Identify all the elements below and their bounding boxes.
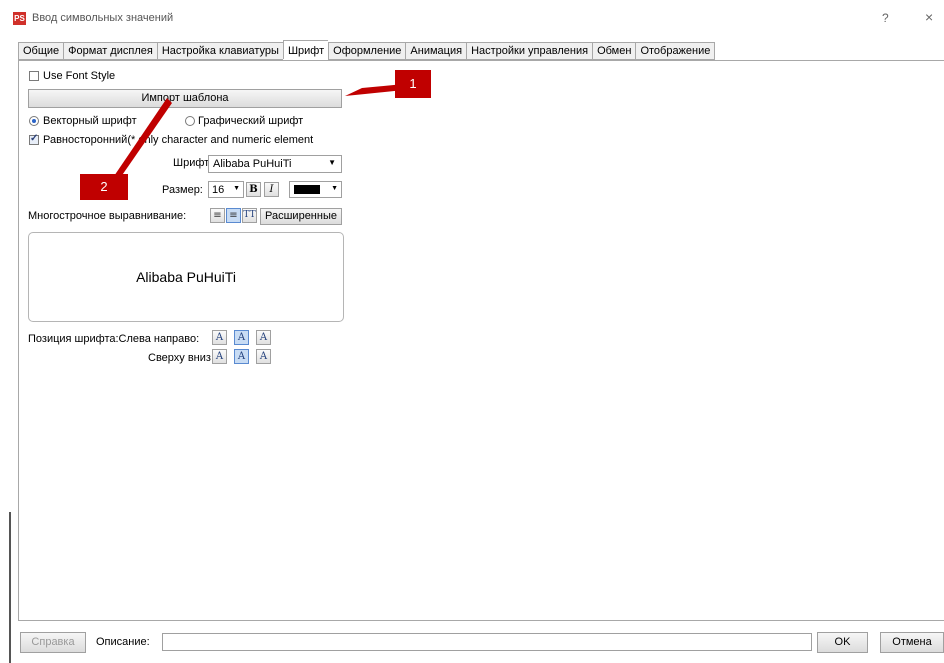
- help-button[interactable]: Справка: [20, 632, 86, 653]
- ok-button[interactable]: OK: [817, 632, 868, 653]
- annotation-arrows: [110, 84, 404, 184]
- callout-2: 2: [80, 174, 128, 200]
- callout-1: 1: [395, 70, 431, 98]
- description-field[interactable]: [162, 633, 812, 651]
- arrow-2: [110, 98, 172, 184]
- cancel-button[interactable]: Отмена: [880, 632, 944, 653]
- description-label: Описание:: [96, 636, 150, 648]
